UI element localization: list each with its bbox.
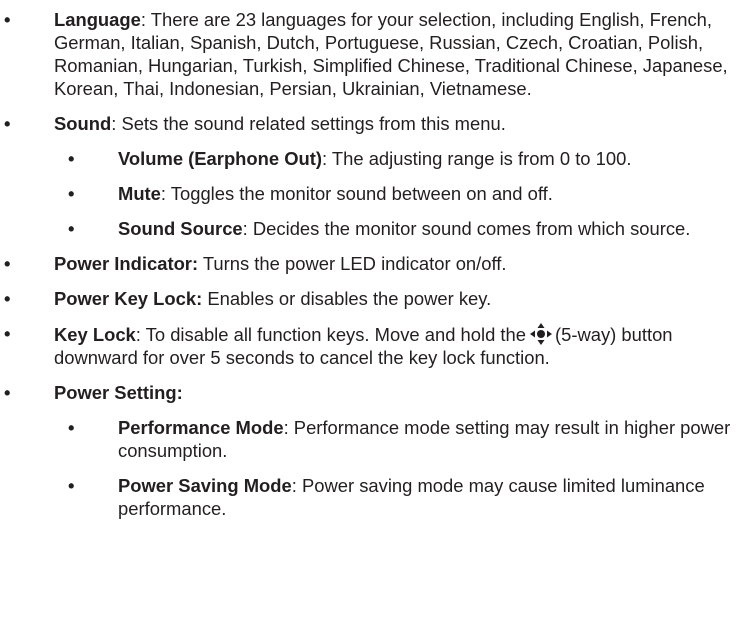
sublist-item-power-saving-mode: • Power Saving Mode: Power saving mode m… [54,474,743,520]
subitem-separator: : [283,417,294,438]
sound-sublist: • Volume (Earphone Out): The adjusting r… [54,147,743,240]
list-item-power-setting: • Power Setting: • Performance Mode: Per… [0,381,743,520]
settings-list: • Language: There are 23 languages for y… [0,8,743,520]
subitem-description: Decides the monitor sound comes from whi… [252,218,691,239]
list-item-power-key-lock: • Power Key Lock: Enables or disables th… [0,287,743,310]
sublist-item-volume: • Volume (Earphone Out): The adjusting r… [54,147,743,170]
subitem-description: The adjusting range is from 0 to 100. [331,148,632,169]
item-description: Sets the sound related settings from thi… [121,113,506,134]
bullet: • [68,475,75,496]
item-description: Turns the power LED indicator on/off. [202,253,507,274]
list-item-power-indicator: • Power Indicator: Turns the power LED i… [0,252,743,275]
subitem-term: Mute [118,183,161,204]
bullet: • [4,9,11,30]
subitem-term: Volume (Earphone Out) [118,148,323,169]
list-item-key-lock: • Key Lock: To disable all function keys… [0,322,743,369]
bullet: • [68,417,75,438]
bullet: • [4,382,11,403]
subitem-separator: : [160,183,171,204]
bullet: • [68,183,75,204]
item-term: Power Key Lock: [54,288,203,309]
item-term: Power Setting: [54,382,183,403]
item-description: Enables or disables the power key. [207,288,492,309]
item-description-before-icon: To disable all function keys. Move and h… [145,324,526,345]
bullet: • [68,218,75,239]
subitem-separator: : [291,475,302,496]
sublist-item-performance-mode: • Performance Mode: Performance mode set… [54,416,743,462]
subitem-separator: : [242,218,253,239]
list-item-language: • Language: There are 23 languages for y… [0,8,743,100]
subitem-term: Performance Mode [118,417,284,438]
sublist-item-sound-source: • Sound Source: Decides the monitor soun… [54,217,743,240]
list-item-sound: • Sound: Sets the sound related settings… [0,112,743,240]
item-term: Power Indicator: [54,253,199,274]
bullet: • [4,253,11,274]
sublist-item-mute: • Mute: Toggles the monitor sound betwee… [54,182,743,205]
subitem-term: Sound Source [118,218,243,239]
bullet: • [4,288,11,309]
subitem-separator: : [322,148,332,169]
item-term: Sound [54,113,112,134]
bullet: • [4,323,11,344]
bullet: • [4,113,11,134]
item-separator: : [140,9,151,30]
item-term: Language [54,9,141,30]
power-setting-sublist: • Performance Mode: Performance mode set… [54,416,743,520]
item-separator: : [135,324,146,345]
subitem-term: Power Saving Mode [118,475,292,496]
item-description: There are 23 languages for your selectio… [54,9,728,99]
item-term: Key Lock [54,324,136,345]
five-way-button-icon [529,322,553,346]
bullet: • [68,148,75,169]
item-separator: : [111,113,122,134]
document-page: • Language: There are 23 languages for y… [0,0,749,626]
subitem-description: Toggles the monitor sound between on and… [170,183,553,204]
